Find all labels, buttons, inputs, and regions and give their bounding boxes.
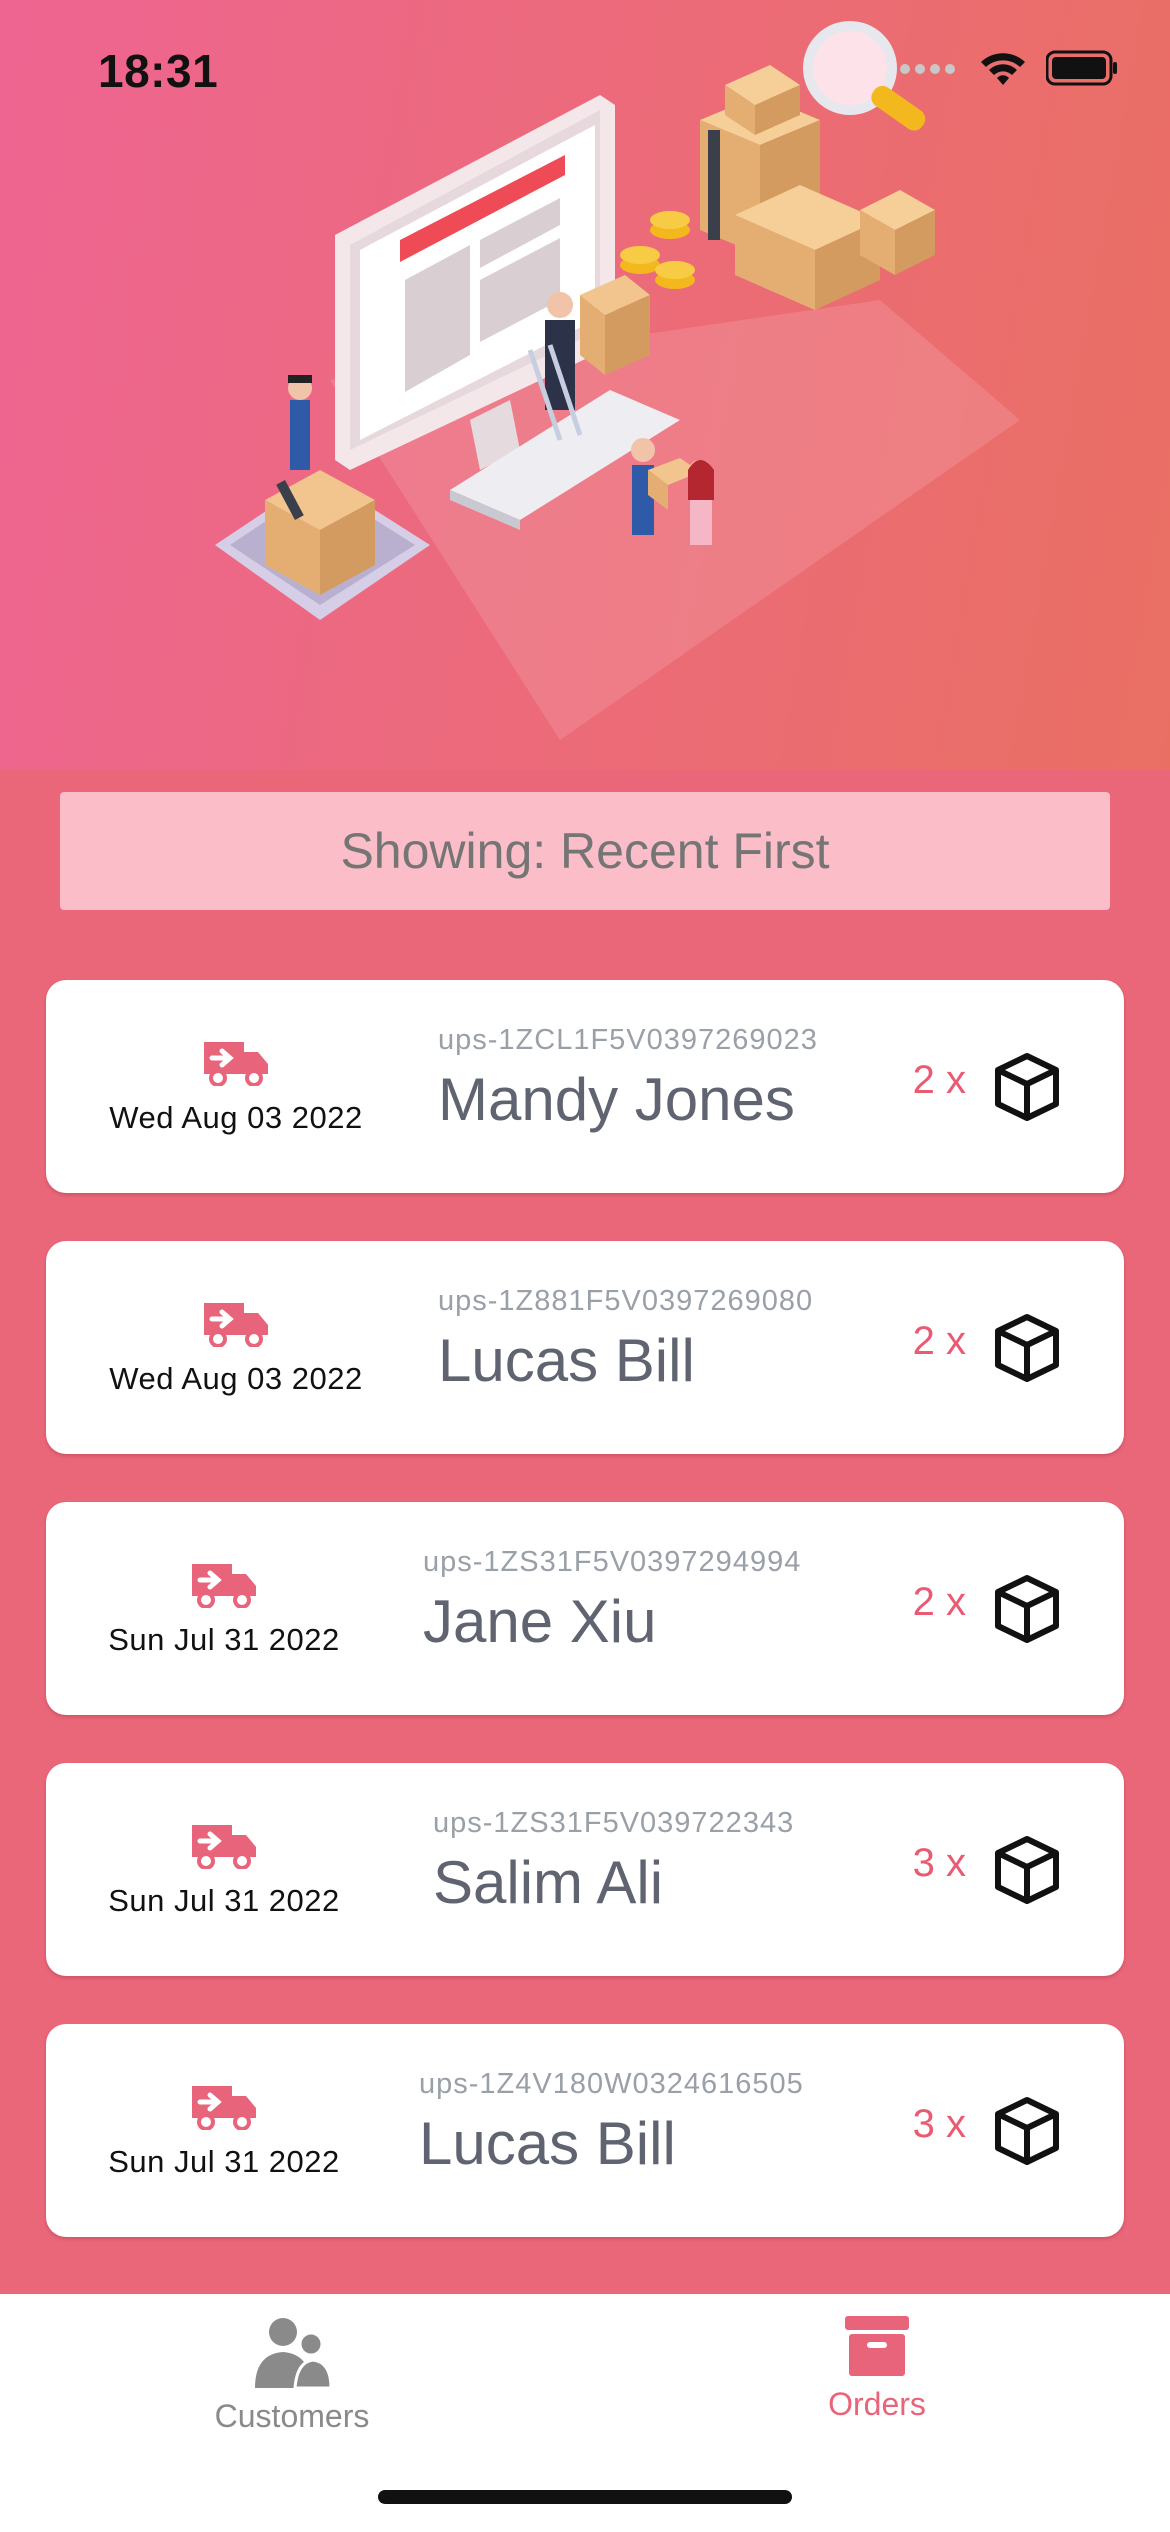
status-time: 18:31: [98, 45, 219, 97]
tab-customers[interactable]: Customers: [142, 2314, 442, 2435]
item-quantity: 2 x: [912, 1580, 966, 1624]
customer-name: Lucas Bill: [438, 1327, 695, 1394]
item-quantity: 2 x: [912, 1319, 966, 1363]
tab-label: Customers: [214, 2398, 370, 2434]
package-icon: [995, 1314, 1059, 1382]
tab-label: Orders: [828, 2386, 926, 2422]
order-card[interactable]: Sun Jul 31 2022 ups-1ZS31F5V039722343 Sa…: [46, 1763, 1124, 1976]
tracking-number: ups-1ZCL1F5V0397269023: [438, 1024, 818, 1056]
order-card[interactable]: Sun Jul 31 2022 ups-1ZS31F5V0397294994 J…: [46, 1502, 1124, 1715]
tracking-number: ups-1ZS31F5V0397294994: [423, 1546, 802, 1578]
order-date: Sun Jul 31 2022: [108, 1882, 340, 1918]
tracking-number: ups-1ZS31F5V039722343: [433, 1807, 795, 1839]
ecommerce-illustration: [215, 21, 1020, 740]
order-card[interactable]: Wed Aug 03 2022 ups-1Z881F5V0397269080 L…: [46, 1241, 1124, 1454]
delivery-truck-icon: [204, 1302, 268, 1347]
signal-icon: [900, 64, 955, 74]
order-card[interactable]: Wed Aug 03 2022 ups-1ZCL1F5V0397269023 M…: [46, 980, 1124, 1193]
delivery-truck-icon: [192, 1824, 256, 1869]
tab-orders[interactable]: Orders: [727, 2314, 1027, 2423]
item-quantity: 3 x: [912, 2102, 966, 2146]
item-quantity: 2 x: [912, 1058, 966, 1102]
wifi-icon: [981, 53, 1025, 85]
delivery-truck-icon: [192, 1563, 256, 1608]
order-date: Sun Jul 31 2022: [108, 1621, 340, 1657]
order-date: Sun Jul 31 2022: [108, 2143, 340, 2179]
customer-name: Salim Ali: [433, 1849, 664, 1916]
customers-icon: [255, 2318, 333, 2390]
item-quantity: 3 x: [912, 1841, 966, 1885]
tracking-number: ups-1Z881F5V0397269080: [438, 1285, 814, 1317]
archive-box-icon: [845, 2316, 909, 2376]
package-icon: [995, 1836, 1059, 1904]
delivery-truck-icon: [192, 2085, 256, 2130]
sort-toggle-button[interactable]: Showing: Recent First: [60, 792, 1110, 910]
order-card[interactable]: Sun Jul 31 2022 ups-1Z4V180W0324616505 L…: [46, 2024, 1124, 2237]
package-icon: [995, 1053, 1059, 1121]
delivery-truck-icon: [204, 1041, 268, 1086]
order-date: Wed Aug 03 2022: [109, 1099, 363, 1135]
battery-icon: [1046, 50, 1117, 86]
package-icon: [995, 1575, 1059, 1643]
customer-name: Lucas Bill: [419, 2110, 676, 2177]
home-indicator: [378, 2490, 792, 2504]
header-illustration: 18:31: [0, 0, 1170, 770]
package-icon: [995, 2097, 1059, 2165]
order-date: Wed Aug 03 2022: [109, 1360, 363, 1396]
customer-name: Jane Xiu: [423, 1588, 657, 1655]
status-icons: [898, 50, 1118, 86]
customer-name: Mandy Jones: [438, 1066, 795, 1133]
tracking-number: ups-1Z4V180W0324616505: [419, 2068, 804, 2100]
